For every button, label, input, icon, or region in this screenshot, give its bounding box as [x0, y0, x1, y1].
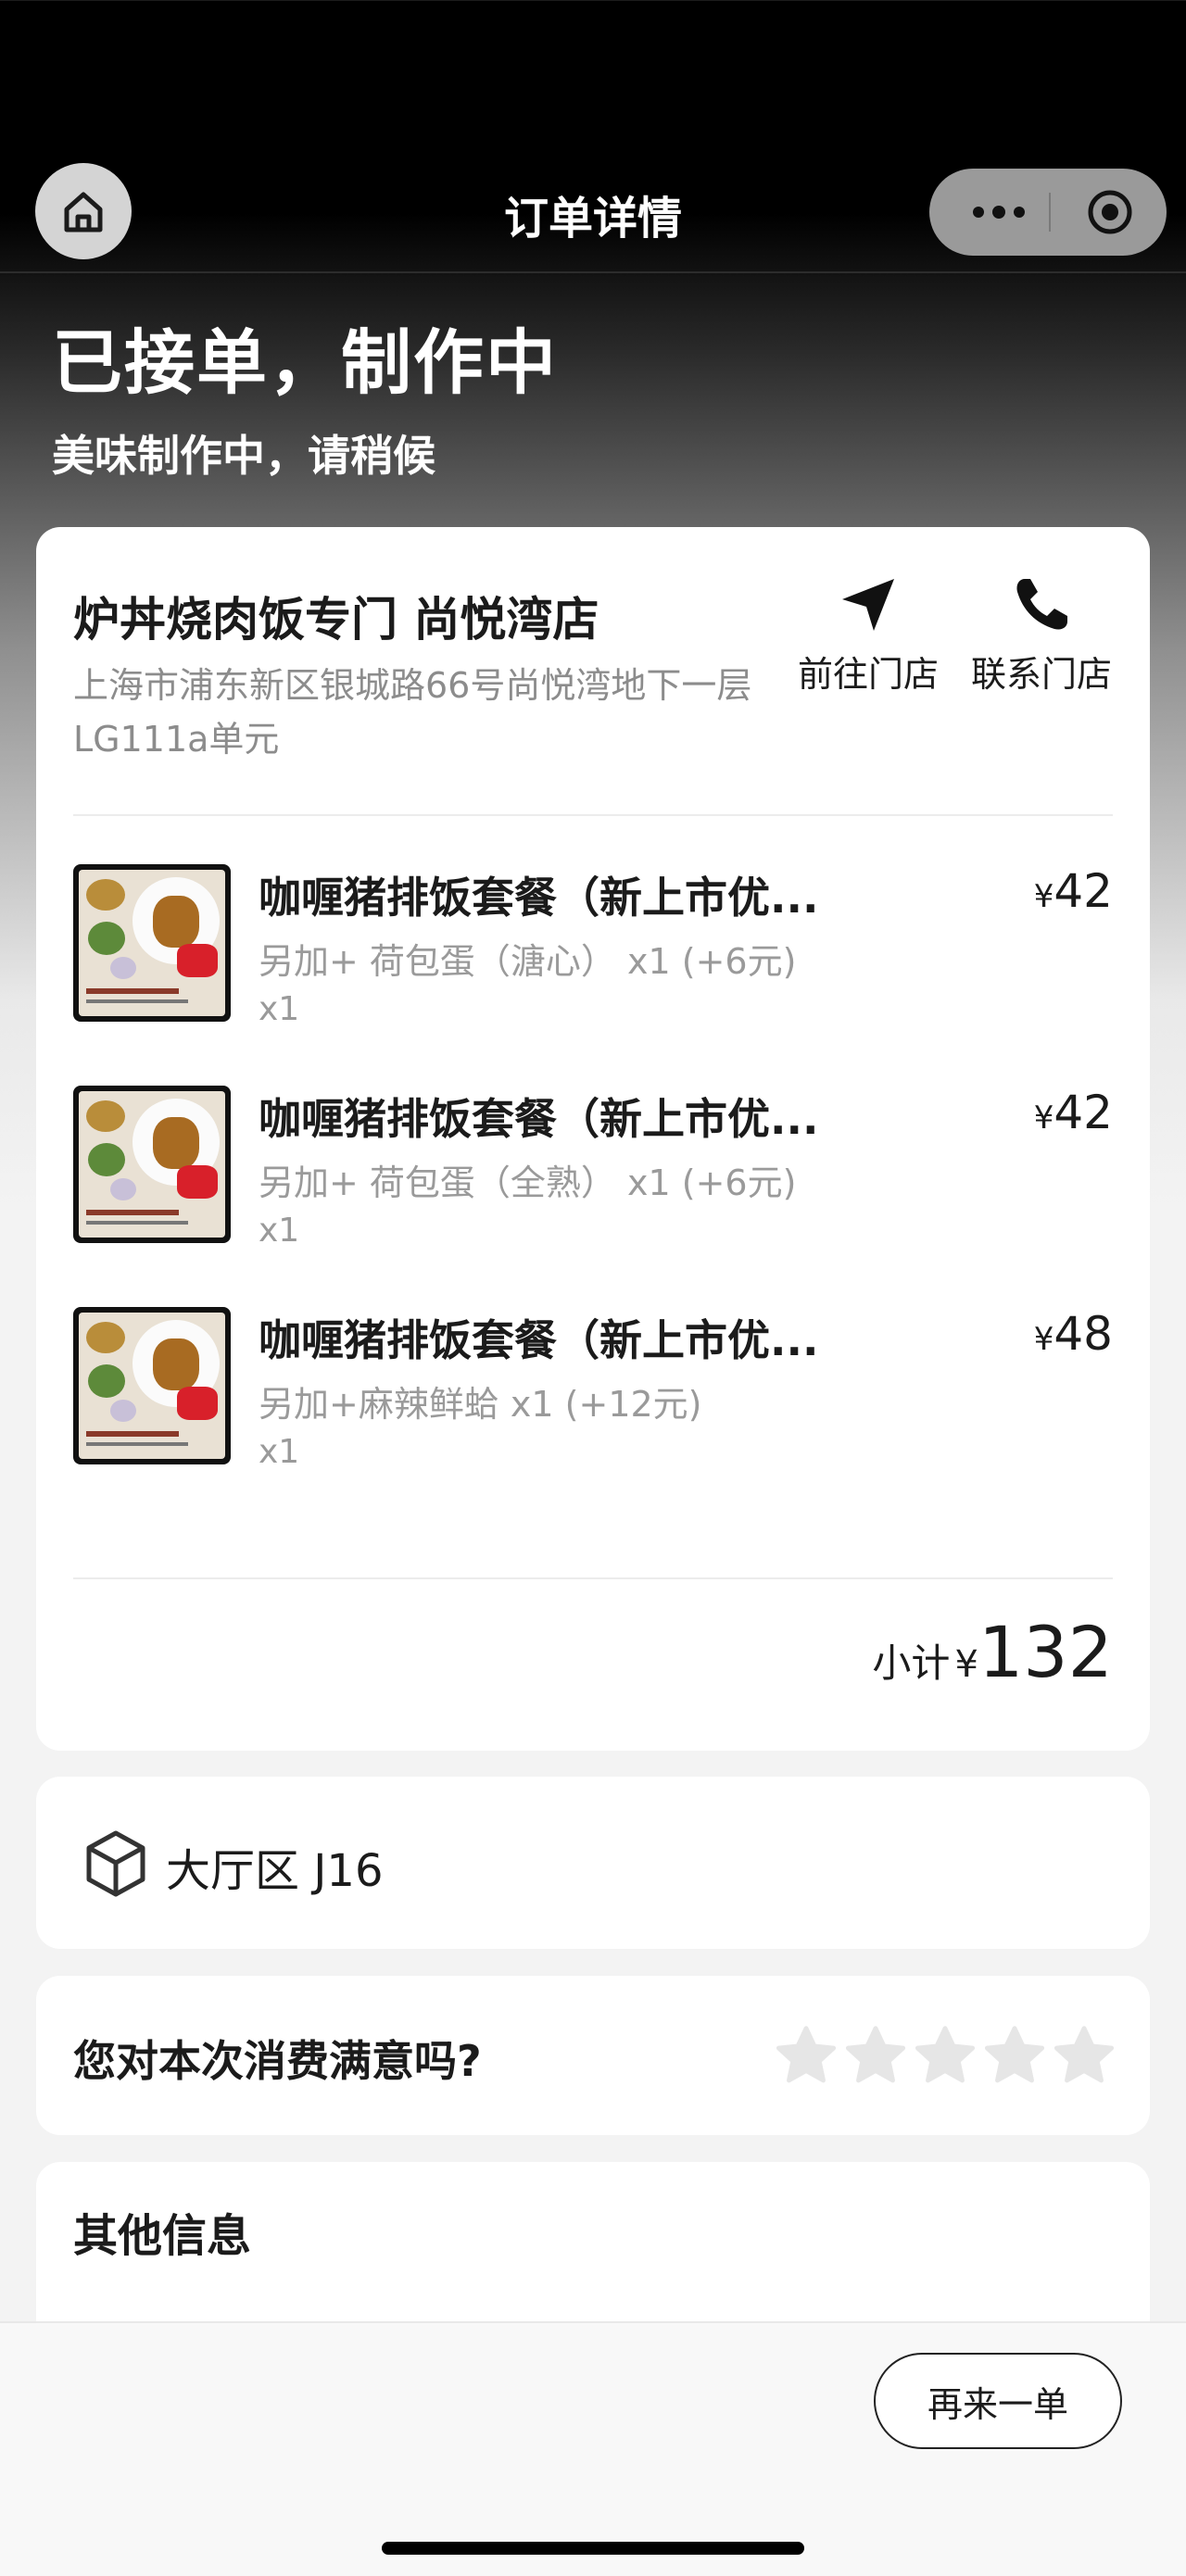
close-button[interactable] — [1073, 169, 1147, 256]
navigation-bar: 订单详情 — [0, 0, 1186, 273]
item-price: ¥48 — [1034, 1307, 1113, 1361]
star-icon[interactable] — [841, 2022, 910, 2091]
cube-icon-wrap — [81, 1828, 151, 1899]
item-option: 另加+麻辣鲜蛤 x1 (+12元) — [259, 1384, 702, 1425]
reorder-button[interactable]: 再来一单 — [874, 2353, 1122, 2449]
item-thumbnail — [73, 1086, 231, 1243]
item-name: 咖喱猪排饭套餐（新上市优... — [259, 1315, 819, 1365]
rating-question: 您对本次消费满意吗? — [73, 2036, 482, 2086]
order-item[interactable]: 咖喱猪排饭套餐（新上市优... 另加+ 荷包蛋（溏心） x1 (+6元) x1 … — [73, 864, 1113, 1049]
rating-stars — [772, 2022, 1119, 2091]
target-icon — [1088, 190, 1132, 234]
order-item[interactable]: 咖喱猪排饭套餐（新上市优... 另加+ 荷包蛋（全熟） x1 (+6元) x1 … — [73, 1086, 1113, 1271]
call-store-label: 联系门店 — [970, 654, 1112, 695]
item-quantity: x1 — [259, 1433, 300, 1471]
navigation-arrow-icon — [842, 579, 894, 631]
price-value: 42 — [1054, 1086, 1113, 1139]
cube-icon — [86, 1830, 145, 1897]
other-info-title: 其他信息 — [73, 2210, 252, 2262]
item-name: 咖喱猪排饭套餐（新上市优... — [259, 1094, 819, 1144]
item-option: 另加+ 荷包蛋（全熟） x1 (+6元) — [259, 1162, 797, 1203]
call-store-button[interactable]: 联系门店 — [958, 573, 1125, 697]
table-card: 大厅区 J16 — [36, 1777, 1150, 1949]
star-icon[interactable] — [911, 2022, 979, 2091]
subtotal-amount: 132 — [978, 1611, 1113, 1693]
store-name: 炉丼烧肉饭专门 尚悦湾店 — [73, 593, 599, 647]
order-item[interactable]: 咖喱猪排饭套餐（新上市优... 另加+麻辣鲜蛤 x1 (+12元) x1 ¥48 — [73, 1307, 1113, 1492]
item-quantity: x1 — [259, 1212, 300, 1250]
item-thumbnail — [73, 1307, 231, 1464]
divider — [73, 814, 1113, 816]
item-price: ¥42 — [1034, 1086, 1113, 1139]
star-icon[interactable] — [980, 2022, 1049, 2091]
store-address: 上海市浦东新区银城路66号尚悦湾地下一层LG111a单元 — [73, 665, 752, 760]
phone-icon — [1016, 579, 1067, 630]
subtotal: 小计 ¥132 — [872, 1611, 1113, 1693]
item-name: 咖喱猪排饭套餐（新上市优... — [259, 873, 819, 923]
star-icon[interactable] — [772, 2022, 840, 2091]
item-quantity: x1 — [259, 990, 300, 1028]
go-to-store-button[interactable]: 前往门店 — [785, 573, 952, 697]
order-card: 炉丼烧肉饭专门 尚悦湾店 上海市浦东新区银城路66号尚悦湾地下一层LG111a单… — [36, 527, 1150, 1751]
more-dots-icon — [973, 206, 1025, 219]
more-button[interactable] — [957, 169, 1041, 256]
nav-divider — [0, 271, 1186, 273]
price-value: 42 — [1054, 864, 1113, 918]
order-status-title: 已接单，制作中 — [52, 321, 558, 404]
rating-card: 您对本次消费满意吗? — [36, 1976, 1150, 2135]
mini-program-capsule — [929, 169, 1167, 256]
item-option: 另加+ 荷包蛋（溏心） x1 (+6元) — [259, 941, 797, 982]
subtotal-label: 小计 — [872, 1640, 951, 1686]
currency-symbol: ¥ — [1033, 1321, 1054, 1358]
star-icon[interactable] — [1050, 2022, 1118, 2091]
item-price: ¥42 — [1034, 864, 1113, 918]
divider — [73, 1577, 1113, 1579]
bottom-action-bar: 再来一单 — [0, 2321, 1186, 2576]
home-indicator — [382, 2542, 804, 2555]
currency-symbol: ¥ — [1033, 1100, 1054, 1137]
price-value: 48 — [1054, 1307, 1113, 1361]
capsule-divider — [1049, 193, 1051, 232]
order-status-subtitle: 美味制作中，请稍候 — [52, 431, 435, 481]
item-thumbnail — [73, 864, 231, 1022]
go-to-store-label: 前往门店 — [797, 654, 939, 695]
table-number: 大厅区 J16 — [166, 1845, 384, 1897]
currency-symbol: ¥ — [1033, 878, 1054, 915]
currency-symbol: ¥ — [954, 1643, 978, 1686]
